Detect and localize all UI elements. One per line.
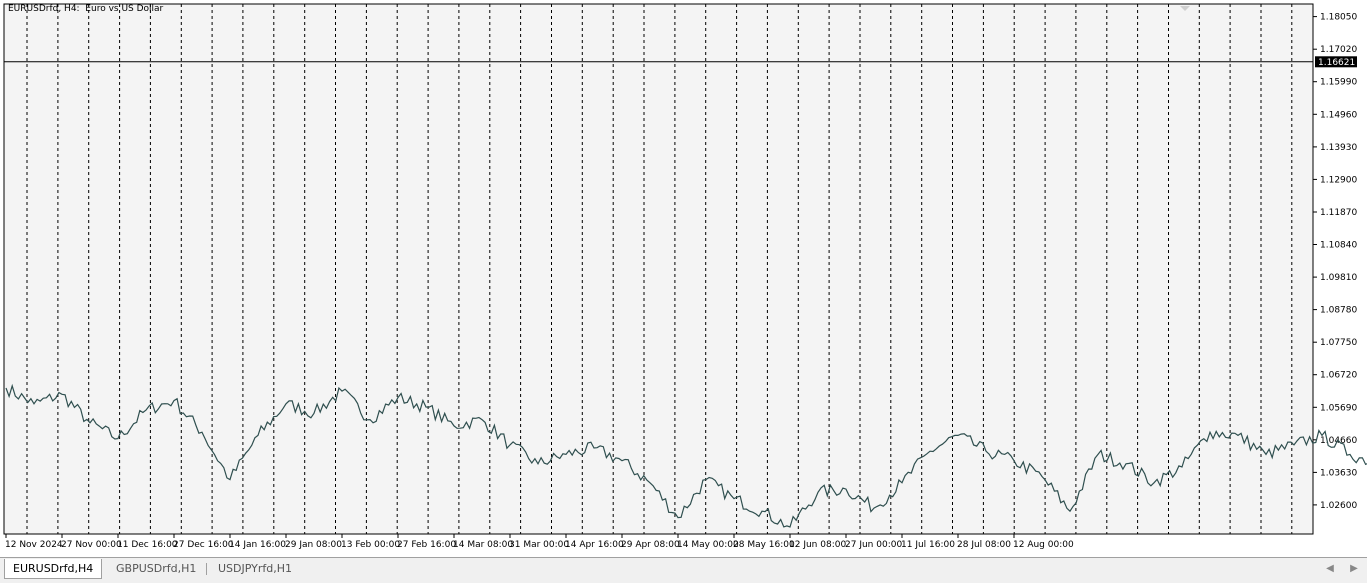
x-tick-label: 28 Jul 08:00	[957, 540, 1011, 550]
x-tick-label: 12 Nov 2024	[5, 540, 63, 550]
y-tick-label: 1.06720	[1320, 371, 1357, 381]
x-tick-label: 27 Feb 16:00	[397, 540, 456, 550]
x-tick-label: 11 Jul 16:00	[901, 540, 955, 550]
chart-tab-bar: EURUSDrfd,H4 GBPUSDrfd,H1 USDJPYrfd,H1 ◀…	[0, 557, 1367, 583]
y-tick-label: 1.11870	[1320, 208, 1357, 218]
x-tick-label: 13 Feb 00:00	[341, 540, 400, 550]
current-price-tag: 1.16621	[1315, 56, 1357, 68]
x-tick-label: 28 May 16:00	[733, 540, 795, 550]
y-tick-label: 1.10840	[1320, 241, 1357, 251]
chart-title: EURUSDrfd, H4: Euro vs US Dollar	[8, 4, 164, 14]
x-tick-label: 29 Apr 08:00	[621, 540, 680, 550]
x-tick-label: 31 Mar 00:00	[509, 540, 569, 550]
x-tick-label: 14 May 00:00	[677, 540, 739, 550]
y-tick-label: 1.02600	[1320, 501, 1357, 511]
current-price-label: 1.16621	[1318, 58, 1355, 68]
x-tick-label: 11 Dec 16:00	[117, 540, 178, 550]
y-tick-label: 1.09810	[1320, 273, 1357, 283]
x-tick-label: 27 Dec 16:00	[173, 540, 234, 550]
scroll-right-icon[interactable]: ▶	[1348, 562, 1360, 576]
scroll-left-icon[interactable]: ◀	[1324, 562, 1336, 576]
x-tick-label: 12 Jun 08:00	[789, 540, 846, 550]
tab-gbpusd-h1[interactable]: GBPUSDrfd,H1	[108, 559, 204, 578]
tab-separator	[206, 563, 207, 575]
y-tick-label: 1.07750	[1320, 338, 1357, 348]
x-tick-label: 14 Mar 08:00	[453, 540, 513, 550]
time-axis: 12 Nov 202427 Nov 00:0011 Dec 16:0027 De…	[5, 534, 1074, 550]
x-tick-label: 12 Aug 00:00	[1013, 540, 1074, 550]
x-tick-label: 14 Apr 16:00	[565, 540, 624, 550]
y-tick-label: 1.13930	[1320, 143, 1357, 153]
price-axis: 1.18050 1.17020 1.15990 1.14960 1.13930 1.129…	[1313, 13, 1357, 511]
y-tick-label: 1.08780	[1320, 306, 1357, 316]
tab-usdjpy-h1[interactable]: USDJPYrfd,H1	[210, 559, 300, 578]
y-tick-label: 1.14960	[1320, 110, 1357, 120]
y-tick-label: 1.05690	[1320, 403, 1357, 413]
x-tick-label: 27 Nov 00:00	[61, 540, 122, 550]
tab-eurusd-h4[interactable]: EURUSDrfd,H4	[4, 559, 103, 579]
plot-area	[3, 3, 1314, 535]
y-tick-label: 1.03630	[1320, 468, 1357, 478]
price-chart[interactable]: 1.18050 1.17020 1.15990 1.14960 1.13930 1.129…	[0, 0, 1367, 557]
chart-window[interactable]: 1.18050 1.17020 1.15990 1.14960 1.13930 1.129…	[0, 0, 1367, 557]
x-tick-label: 29 Jan 08:00	[285, 540, 342, 550]
y-tick-label: 1.17020	[1320, 45, 1357, 55]
y-tick-label: 1.15990	[1320, 78, 1357, 88]
x-tick-label: 14 Jan 16:00	[229, 540, 286, 550]
y-tick-label: 1.18050	[1320, 13, 1357, 23]
x-tick-label: 27 Jun 00:00	[845, 540, 902, 550]
y-tick-label: 1.12900	[1320, 175, 1357, 185]
